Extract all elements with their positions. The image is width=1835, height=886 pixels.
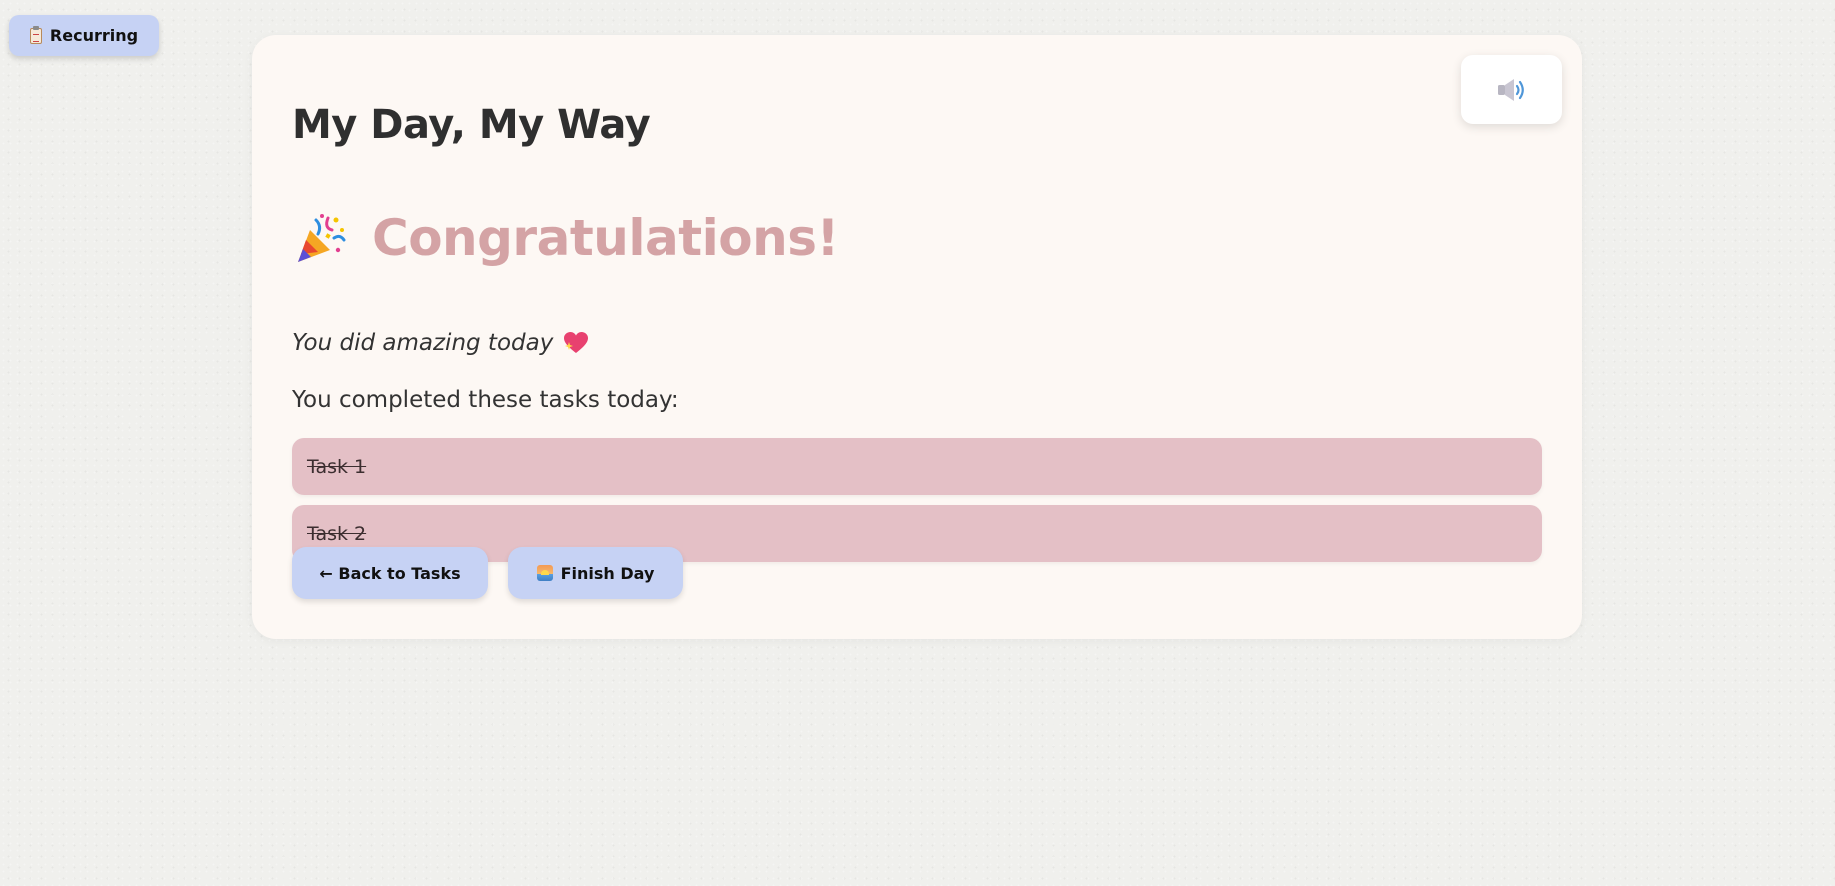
finish-day-button[interactable]: Finish Day bbox=[508, 547, 683, 599]
clipboard-icon bbox=[29, 25, 42, 44]
sunrise-icon bbox=[536, 565, 553, 581]
app-title: My Day, My Way bbox=[292, 102, 651, 148]
completed-tasks-label: You completed these tasks today: bbox=[292, 387, 679, 413]
finish-day-label: Finish Day bbox=[560, 563, 655, 583]
sound-toggle-button[interactable] bbox=[1461, 55, 1562, 124]
back-to-tasks-label: ← Back to Tasks bbox=[319, 563, 461, 583]
congrats-heading: Congratulations! bbox=[372, 209, 839, 267]
subtitle-text: You did amazing today bbox=[292, 330, 554, 356]
party-popper-icon bbox=[298, 214, 346, 262]
list-item: Task 1 bbox=[292, 438, 1542, 495]
speaker-icon bbox=[1497, 78, 1524, 101]
back-to-tasks-button[interactable]: ← Back to Tasks bbox=[292, 547, 488, 599]
sparkling-heart-icon bbox=[564, 332, 589, 353]
main-card: My Day, My Way Congratulations! You did … bbox=[252, 35, 1582, 639]
congrats-header: Congratulations! bbox=[292, 203, 839, 273]
congrats-subtitle: You did amazing today bbox=[292, 330, 589, 356]
task-label: Task 2 bbox=[307, 522, 367, 545]
recurring-button[interactable]: Recurring bbox=[9, 15, 159, 56]
recurring-label: Recurring bbox=[49, 26, 139, 45]
task-label: Task 1 bbox=[307, 455, 367, 478]
